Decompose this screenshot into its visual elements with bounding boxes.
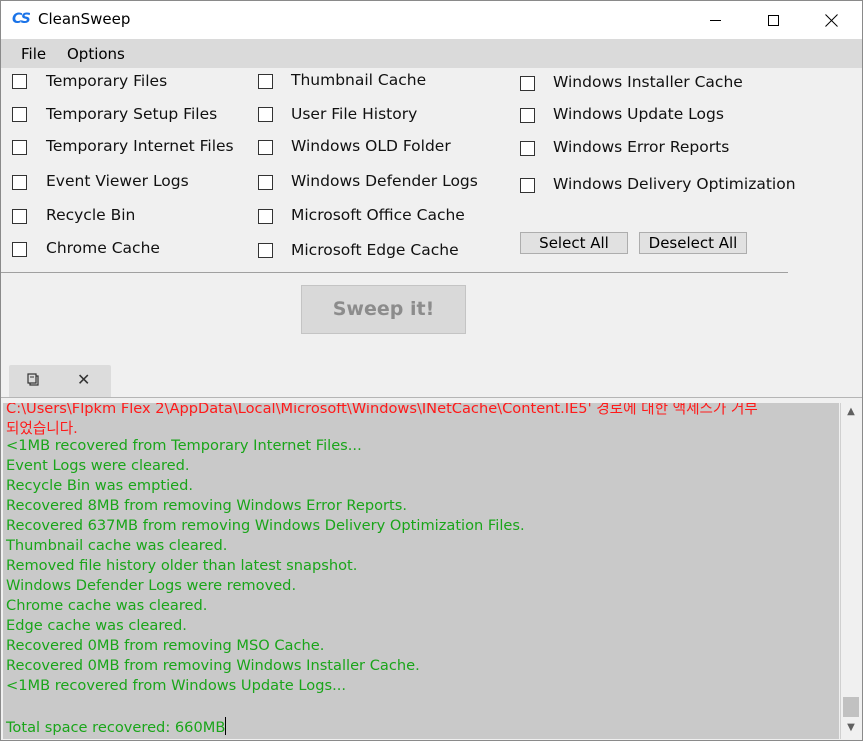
minimize-icon [709,19,721,21]
maximize-icon [767,14,779,26]
log-line: Thumbnail cache was cleared. [6,537,228,554]
log-tab[interactable]: ✕ [9,365,111,397]
option-label: Windows Error Reports [553,138,730,156]
title-bar[interactable]: CS CleanSweep [1,1,862,39]
maximize-button[interactable] [744,1,802,39]
option-label: Windows OLD Folder [291,137,451,155]
checkbox-microsoft-edge-cache[interactable] [258,243,273,258]
scroll-up-icon[interactable]: ▲ [841,403,861,421]
log-line: <1MB recovered from Windows Update Logs.… [6,677,347,694]
option-label: Temporary Setup Files [46,105,218,123]
log-scrollbar[interactable]: ▲ ▼ [840,403,861,739]
option-label: Event Viewer Logs [46,172,189,190]
checkbox-event-viewer-logs[interactable] [12,175,27,190]
log-line: Recovered 8MB from removing Windows Erro… [6,497,407,514]
log-line: <1MB recovered from Temporary Internet F… [6,437,362,454]
log-line: Recovered 0MB from removing MSO Cache. [6,637,325,654]
checkbox-windows-delivery-optimization[interactable] [520,178,535,193]
option-label: Temporary Files [46,72,168,90]
option-label: Chrome Cache [46,239,160,257]
checkbox-recycle-bin[interactable] [12,209,27,224]
log-line: 되었습니다. [6,420,78,437]
checkbox-temporary-files[interactable] [12,74,27,89]
checkbox-microsoft-office-cache[interactable] [258,209,273,224]
pin-tab-icon[interactable] [27,373,41,387]
checkbox-windows-old-folder[interactable] [258,140,273,155]
log-line: Recovered 637MB from removing Windows De… [6,517,525,534]
checkbox-windows-installer-cache[interactable] [520,76,535,91]
log-line: Total space recovered: 660MB [6,717,227,736]
option-label: User File History [291,105,418,123]
log-line: Recovered 0MB from removing Windows Inst… [6,657,420,674]
checkbox-thumbnail-cache[interactable] [258,74,273,89]
log-output[interactable]: C:\Users\Flpkm Flex 2\AppData\Local\Micr… [3,403,839,739]
close-icon [825,14,838,27]
menu-bar: File Options [1,39,862,68]
minimize-button[interactable] [686,1,744,39]
sweep-button[interactable]: Sweep it! [301,285,466,334]
deselect-all-button[interactable]: Deselect All [639,232,747,254]
log-line: Removed file history older than latest s… [6,557,358,574]
checkbox-windows-update-logs[interactable] [520,108,535,123]
divider [1,272,788,273]
checkbox-temporary-internet-files[interactable] [12,140,27,155]
option-label: Microsoft Office Cache [291,206,465,224]
option-label: Windows Installer Cache [553,73,743,91]
menu-options[interactable]: Options [67,45,125,63]
option-label: Temporary Internet Files [46,137,234,155]
close-button[interactable] [802,1,860,39]
checkbox-user-file-history[interactable] [258,107,273,122]
checkbox-chrome-cache[interactable] [12,242,27,257]
log-line: Event Logs were cleared. [6,457,190,474]
text-caret [225,717,227,735]
option-label: Microsoft Edge Cache [291,241,459,259]
window-title: CleanSweep [38,10,131,28]
checkbox-temporary-setup-files[interactable] [12,107,27,122]
option-label: Windows Delivery Optimization [553,175,796,193]
option-label: Recycle Bin [46,206,136,224]
log-line: Chrome cache was cleared. [6,597,208,614]
option-label: Thumbnail Cache [291,71,427,89]
close-tab-icon[interactable]: ✕ [77,370,90,389]
scroll-down-icon[interactable]: ▼ [841,719,861,737]
checkbox-windows-error-reports[interactable] [520,141,535,156]
log-line: Recycle Bin was emptied. [6,477,194,494]
checkbox-windows-defender-logs[interactable] [258,175,273,190]
menu-file[interactable]: File [21,45,46,63]
log-line: C:\Users\Flpkm Flex 2\AppData\Local\Micr… [6,403,758,417]
scroll-thumb[interactable] [843,697,859,717]
app-window: CS CleanSweep File Options Temporary Fil… [0,0,863,741]
option-label: Windows Defender Logs [291,172,478,190]
option-label: Windows Update Logs [553,105,724,123]
log-line: Windows Defender Logs were removed. [6,577,297,594]
app-logo-icon: CS [12,11,31,27]
select-all-button[interactable]: Select All [520,232,628,254]
log-line: Edge cache was cleared. [6,617,187,634]
